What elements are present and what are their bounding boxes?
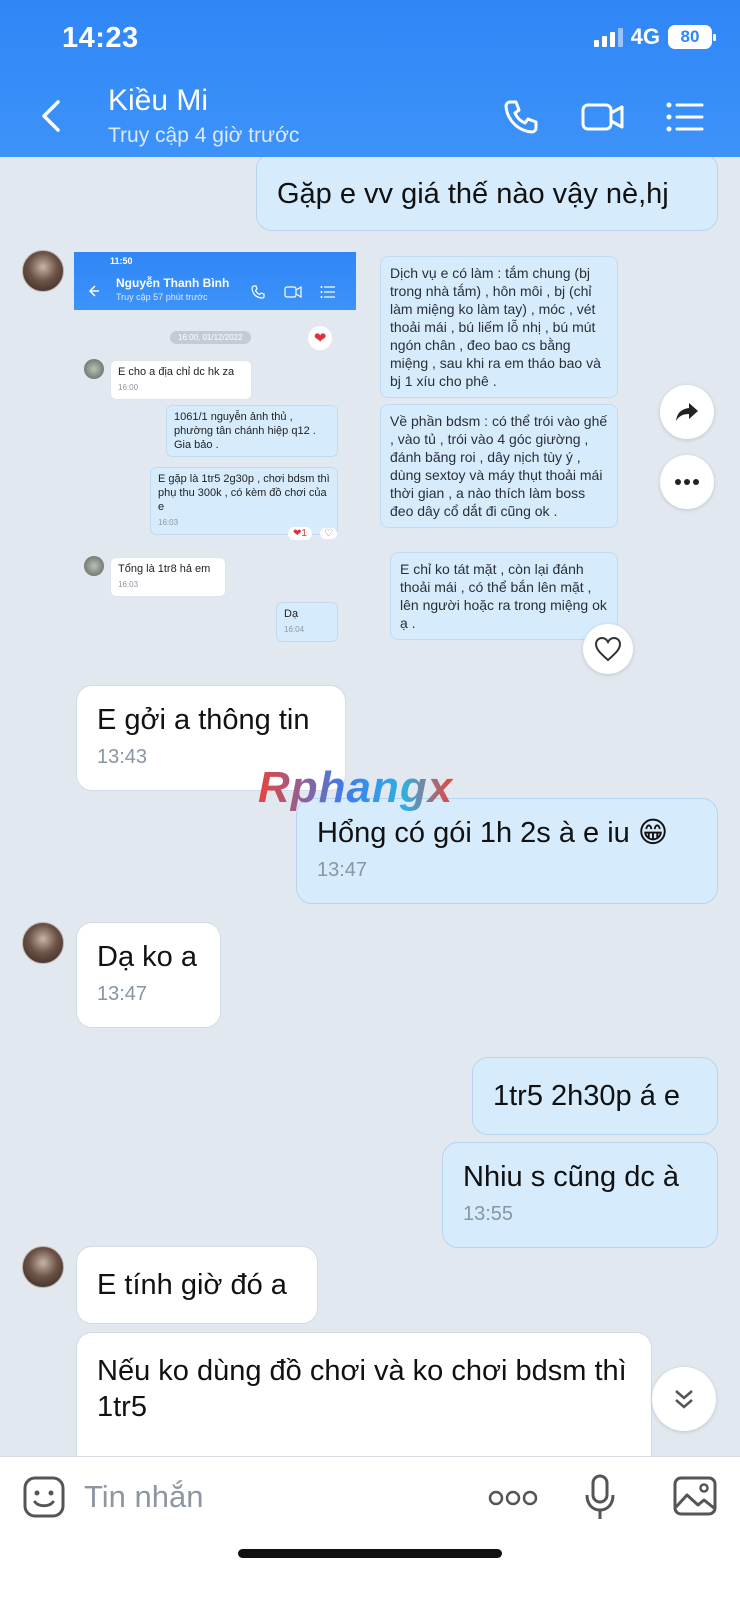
watermark: Rphangx [258, 763, 453, 813]
screenshot-contact-status: Truy cập 57 phút trước [116, 292, 208, 302]
status-indicators: 4G 80 [593, 24, 716, 50]
image-gallery-icon[interactable] [672, 1475, 718, 1517]
screenshot-contact-avatar [84, 359, 104, 379]
message-bubble-incoming[interactable]: Nếu ko dùng đồ chơi và ko chơi bdsm thì … [76, 1332, 652, 1456]
screenshot-status-time: 11:50 [110, 256, 133, 266]
screenshot-video-icon [284, 285, 302, 299]
screenshot-service-text: Về phần bdsm : có thể trói vào ghế , vào… [380, 404, 618, 528]
screenshot-phone-icon [251, 285, 265, 299]
screenshot-heart-count-icon: ❤1 [288, 527, 312, 540]
message-bubble-outgoing[interactable]: Nhiu s cũng dc à 13:55 [442, 1142, 718, 1248]
status-time: 14:23 [62, 22, 139, 54]
screenshot-message: 1061/1 nguyễn ảnh thủ , phường tân chánh… [166, 405, 338, 457]
message-text: E tính giờ đó a [97, 1269, 287, 1301]
menu-list-icon[interactable] [664, 96, 706, 138]
screenshot-message-text: E cho a địa chỉ dc hk za [118, 366, 235, 378]
message-time: 13:47 [317, 859, 368, 881]
battery-level: 80 [680, 27, 700, 46]
screenshot-back-icon [88, 285, 99, 297]
message-text: Nếu ko dùng đồ chơi và ko chơi bdsm thì … [97, 1355, 635, 1423]
signal-icon [593, 27, 623, 47]
back-arrow-icon[interactable] [34, 96, 68, 136]
screenshot-message: Tổng là 1tr8 hả em 16:03 [110, 557, 226, 597]
screenshot-date-chip: 16:00, 01/12/2022 [170, 331, 251, 344]
scroll-to-bottom-button[interactable] [652, 1367, 716, 1431]
shared-screenshot-image[interactable]: 11:50 Nguyễn Thanh Bình Truy cập 57 phút… [74, 252, 626, 652]
share-arrow-icon [676, 403, 698, 421]
contact-name[interactable]: Kiều Mi [108, 84, 208, 118]
screenshot-header: 11:50 Nguyễn Thanh Bình Truy cập 57 phút… [74, 252, 356, 310]
screenshot-contact-name: Nguyễn Thanh Bình [116, 276, 230, 290]
screenshot-message: Dạ 16:04 [276, 602, 338, 642]
screenshot-message-text: Dạ [284, 608, 299, 620]
screenshot-message: E cho a địa chỉ dc hk za 16:00 [110, 360, 252, 400]
message-text: E gởi a thông tin [97, 704, 310, 736]
more-options-button[interactable] [660, 455, 714, 509]
screenshot-message-text: Tổng là 1tr8 hả em [118, 563, 211, 575]
react-heart-button[interactable] [583, 624, 633, 674]
screenshot-message-text: 1061/1 nguyễn ảnh thủ , phường tân chánh… [174, 411, 316, 451]
battery-icon: 80 [668, 25, 716, 49]
screenshot-menu-icon [320, 286, 335, 298]
message-bubble-outgoing[interactable]: 1tr5 2h30p á e [472, 1057, 718, 1135]
contact-avatar[interactable] [22, 922, 64, 964]
message-text: Dạ ko a [97, 941, 197, 973]
message-time: 13:47 [97, 983, 148, 1005]
screenshot-service-text: Dịch vụ e có làm : tắm chung (bj trong n… [380, 256, 618, 398]
chat-header: 14:23 4G 80 Kiều Mi Truy cập 4 giờ trước [0, 0, 740, 157]
more-dots-icon [675, 479, 699, 485]
message-bubble-incoming[interactable]: Dạ ko a 13:47 [76, 922, 221, 1028]
message-text: Nhiu s cũng dc à [463, 1161, 680, 1193]
heart-outline-icon [594, 636, 622, 662]
message-bubble-outgoing[interactable]: Hổng có gói 1h 2s à e iu 😁 13:47 [296, 798, 718, 904]
screenshot-message-time: 16:00 [118, 383, 139, 392]
forward-button[interactable] [660, 385, 714, 439]
screenshot-heart-reaction-icon: ❤ [308, 326, 332, 350]
message-text: Gặp e vv giá thế nào vậy nè,hj [277, 178, 669, 210]
message-time: 13:55 [463, 1203, 514, 1225]
message-text: 1tr5 2h30p á e [493, 1080, 681, 1112]
screenshot-message-text: E gặp là 1tr5 2g30p , chơi bdsm thì phụ … [158, 473, 330, 513]
message-text: Hổng có gói 1h 2s à e iu 😁 [317, 817, 669, 849]
screenshot-service-text: E chỉ ko tát mặt , còn lại đánh thoải má… [390, 552, 618, 640]
sticker-icon[interactable] [22, 1475, 66, 1519]
microphone-icon[interactable] [584, 1473, 616, 1523]
contact-avatar[interactable] [22, 1246, 64, 1288]
contact-avatar[interactable] [22, 250, 64, 292]
screenshot-message: E gặp là 1tr5 2g30p , chơi bdsm thì phụ … [150, 467, 338, 535]
screenshot-like-icon: ♡ [320, 528, 337, 539]
message-composer: Tin nhắn [0, 1456, 740, 1600]
message-input[interactable]: Tin nhắn [84, 1479, 204, 1515]
message-bubble-incoming[interactable]: E tính giờ đó a [76, 1246, 318, 1324]
network-type: 4G [630, 24, 660, 49]
home-indicator[interactable] [238, 1549, 502, 1558]
screenshot-message-time: 16:03 [118, 580, 139, 589]
screenshot-message-time: 16:04 [284, 625, 305, 634]
message-bubble-outgoing[interactable]: Gặp e vv giá thế nào vậy nè,hj [256, 157, 718, 231]
screenshot-contact-avatar [84, 556, 104, 576]
last-seen-status: Truy cập 4 giờ trước [108, 124, 300, 147]
video-call-icon[interactable] [580, 96, 626, 138]
more-dots-icon[interactable] [488, 1489, 538, 1507]
watermark-text: Rphangx [258, 763, 454, 812]
chevron-double-down-icon [675, 1390, 693, 1409]
phone-icon[interactable] [500, 96, 542, 138]
